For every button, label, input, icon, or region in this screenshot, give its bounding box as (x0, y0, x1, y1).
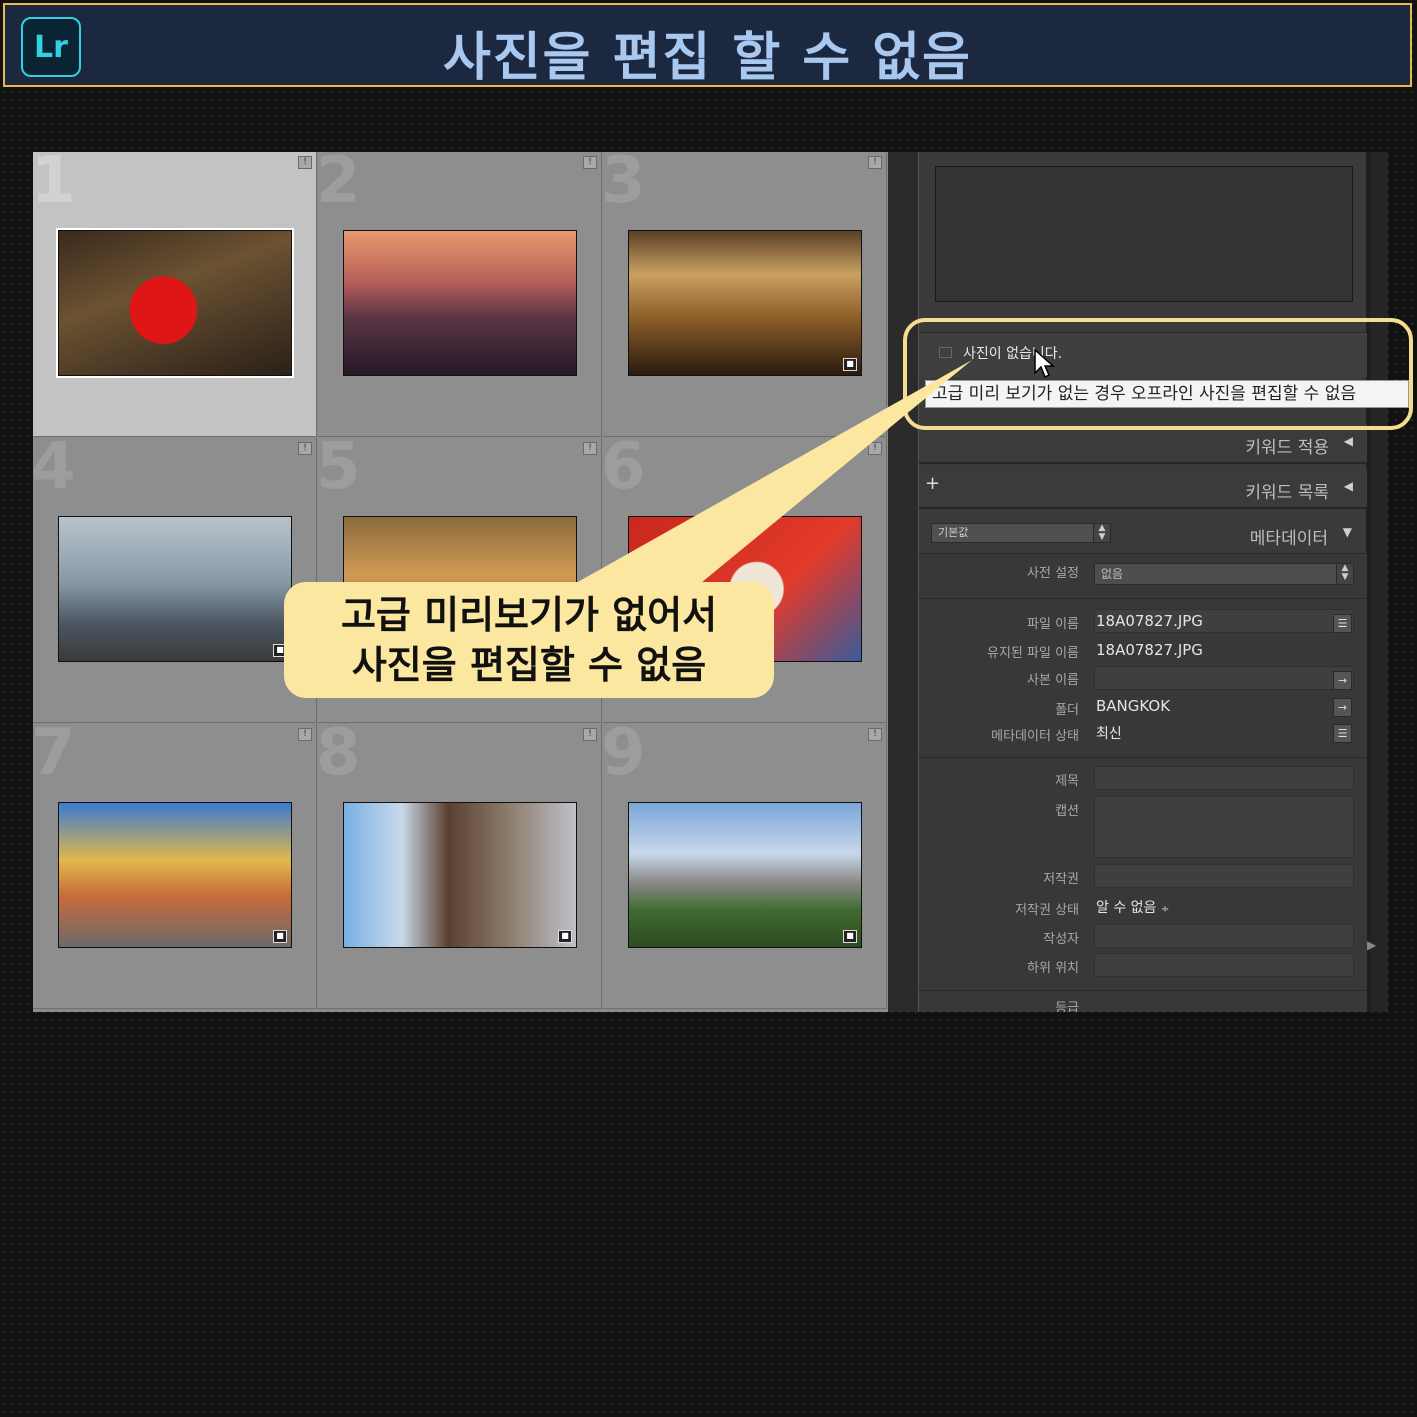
photo-thumbnail[interactable]: ■ (628, 230, 862, 376)
grid-cell[interactable]: 1 ! (33, 152, 317, 437)
filename-label: 파일 이름 (1027, 617, 1079, 632)
caption-field[interactable] (1094, 796, 1354, 858)
sublocation-field[interactable] (1094, 953, 1354, 977)
mouse-cursor-icon (1034, 349, 1055, 379)
select-value: 없음 (1101, 567, 1124, 581)
photo-thumbnail[interactable] (343, 230, 577, 376)
preserved-value: 18A07827.JPG (1096, 641, 1203, 659)
creator-label: 작성자 (1043, 932, 1079, 947)
copy-name-label: 사본 이름 (1027, 673, 1079, 688)
warning-badge-icon[interactable]: ! (583, 156, 597, 169)
grid-cell[interactable]: 9 ! ■ (601, 716, 887, 1009)
warning-badge-icon[interactable]: ! (298, 156, 312, 169)
creator-field[interactable] (1094, 924, 1354, 948)
collapse-left-icon[interactable]: ◀ (1344, 479, 1353, 493)
collapse-left-icon[interactable]: ◀ (1344, 434, 1353, 448)
warning-badge-icon[interactable]: ! (868, 156, 882, 169)
comment-badge-icon: ■ (843, 358, 857, 371)
cell-number: 1 (33, 152, 76, 218)
cell-number: 7 (33, 716, 76, 790)
list-icon[interactable]: ☰ (1333, 614, 1352, 633)
select-value: 알 수 없음 (1096, 900, 1157, 916)
title-banner: Lr 사진을 편집 할 수 없음 (3, 3, 1412, 88)
grid-cell[interactable]: 8 ! ■ (316, 716, 602, 1009)
section-title: 키워드 목록 (1245, 483, 1329, 503)
preserved-label: 유지된 파일 이름 (987, 646, 1079, 661)
warning-badge-icon[interactable]: ! (868, 728, 882, 741)
warning-badge-icon[interactable]: ! (583, 728, 597, 741)
metadata-file-block: 파일 이름 18A07827.JPG ☰ 유지된 파일 이름 18A07827.… (919, 598, 1367, 757)
copyright-field[interactable] (1094, 864, 1354, 888)
metadata-view-select[interactable]: 기본값 ▲ ▼ (931, 523, 1111, 543)
grid-cell[interactable]: 3 ! ■ (601, 152, 887, 437)
callout-box: 고급 미리보기가 없어서 사진을 편집할 수 없음 (284, 582, 774, 698)
select-value: 기본값 (938, 526, 969, 539)
copy-name-field[interactable] (1094, 666, 1354, 690)
preview-area (935, 166, 1353, 302)
photo-thumbnail[interactable]: ■ (343, 802, 577, 948)
panel-divider[interactable] (888, 152, 918, 1012)
cell-number: 9 (601, 716, 646, 790)
cell-number: 6 (601, 430, 646, 504)
keyword-apply-header[interactable]: 키워드 적용 ◀ (919, 424, 1367, 464)
select-arrows-icon: ÷ (1160, 904, 1170, 915)
comment-badge-icon: ■ (558, 930, 572, 943)
preset-label: 사전 설정 (1027, 566, 1079, 581)
add-keyword-button[interactable]: + (925, 473, 940, 494)
stepper-icon[interactable]: ▲ ▼ (1336, 564, 1353, 584)
title-field[interactable] (1094, 766, 1354, 790)
filename-value: 18A07827.JPG (1096, 612, 1203, 630)
copyright-status-select[interactable]: 알 수 없음 ÷ (1096, 897, 1169, 917)
photo-thumbnail[interactable] (56, 228, 294, 378)
cell-number: 5 (316, 430, 361, 504)
caption-label: 캡션 (1055, 804, 1079, 819)
stepper-icon[interactable]: ▲ ▼ (1093, 524, 1110, 542)
cell-number: 3 (601, 152, 646, 218)
preset-select[interactable]: 없음 ▲ ▼ (1094, 563, 1354, 585)
cell-number: 8 (316, 716, 361, 790)
right-panel: 사진이 없습니다. 키워드 적용 ◀ + 키워드 목록 ◀ 기본값 ▲ ▼ 메타데… (918, 152, 1367, 1012)
panel-scrollbar[interactable] (1370, 152, 1388, 1012)
banner-title: 사진을 편집 할 수 없음 (443, 28, 972, 88)
warning-badge-icon[interactable]: ! (583, 442, 597, 455)
comment-badge-icon: ■ (843, 930, 857, 943)
sublocation-label: 하위 위치 (1027, 961, 1079, 976)
metadata-info-block: 제목 캡션 저작권 저작권 상태 알 수 없음 ÷ 작성자 하위 위치 (919, 757, 1367, 990)
cell-number: 2 (316, 152, 361, 218)
arrow-right-icon[interactable]: → (1333, 698, 1352, 717)
metadata-title: 메타데이터 (1249, 529, 1328, 549)
folder-label: 폴더 (1055, 703, 1079, 718)
title-label: 제목 (1055, 774, 1079, 789)
arrow-right-icon[interactable]: → (1333, 671, 1352, 690)
photo-thumbnail[interactable]: ■ (58, 802, 292, 948)
metadata-rating-block: 등급 (919, 990, 1367, 1012)
photo-thumbnail[interactable]: ■ (628, 802, 862, 948)
callout-line-2: 사진을 편집할 수 없음 (351, 643, 707, 687)
grid-cell[interactable]: 4 ! ■ (33, 430, 317, 723)
grid-cell[interactable]: 2 ! (316, 152, 602, 437)
cell-number: 4 (33, 430, 76, 504)
rating-label: 등급 (1055, 1001, 1079, 1012)
warning-badge-icon[interactable]: ! (298, 728, 312, 741)
copyright-label: 저작권 (1043, 872, 1079, 887)
warning-badge-icon[interactable]: ! (298, 442, 312, 455)
expand-down-icon[interactable]: ▼ (1343, 525, 1352, 539)
copyright-status-label: 저작권 상태 (1015, 903, 1079, 918)
folder-value: BANGKOK (1096, 697, 1171, 715)
warning-badge-icon[interactable]: ! (868, 442, 882, 455)
metadata-status-label: 메타데이터 상태 (991, 729, 1079, 744)
highlight-outline (903, 318, 1413, 430)
expand-right-panel-icon[interactable]: ▶ (1367, 938, 1376, 952)
grid-cell[interactable]: 7 ! ■ (33, 716, 317, 1009)
photo-thumbnail[interactable]: ■ (58, 516, 292, 662)
callout-line-1: 고급 미리보기가 없어서 (340, 593, 718, 637)
keyword-list-header[interactable]: + 키워드 목록 ◀ (919, 469, 1367, 509)
section-title: 키워드 적용 (1245, 438, 1329, 458)
comment-badge-icon: ■ (273, 930, 287, 943)
metadata-status-value: 최신 (1096, 726, 1122, 742)
list-icon[interactable]: ☰ (1333, 724, 1352, 743)
